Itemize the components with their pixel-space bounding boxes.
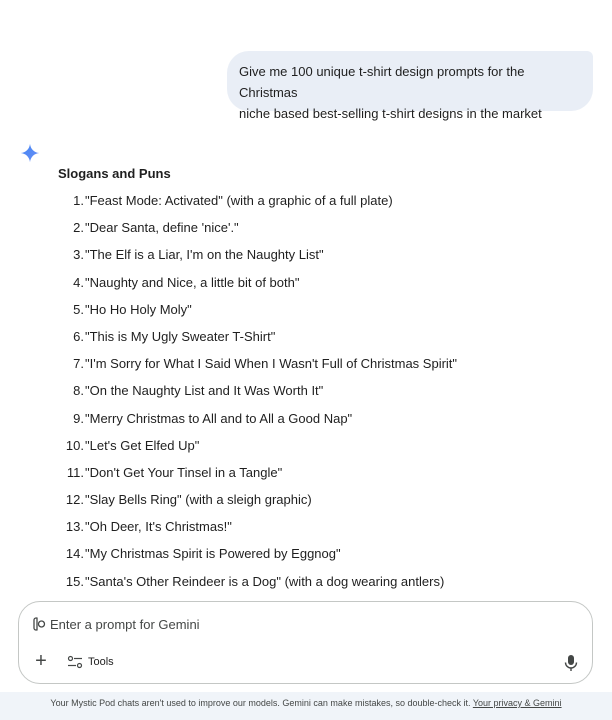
add-button[interactable]: + [31, 651, 51, 672]
list-item: 10. "Let's Get Elfed Up" [58, 436, 588, 463]
list-item-text: "Let's Get Elfed Up" [85, 437, 200, 453]
footer-disclaimer: Your Mystic Pod chats aren't used to imp… [0, 692, 612, 720]
list-item-number: 5. [73, 301, 84, 317]
list-item-number: 1. [73, 193, 84, 208]
microphone-icon[interactable] [563, 654, 579, 672]
list-item: 11. "Don't Get Your Tinsel in a Tangle" [58, 463, 588, 490]
footer-text: Your Mystic Pod chats aren't used to imp… [50, 698, 473, 708]
tools-sliders-icon [67, 655, 83, 669]
list-item-text: "I'm Sorry for What I Said When I Wasn't… [85, 356, 458, 372]
privacy-link[interactable]: Your privacy & Gemini [473, 698, 562, 708]
list-item-text: "Slay Bells Ring" (with a sleigh graphic… [85, 492, 312, 508]
list-item-text: "Oh Deer, It's Christmas!" [85, 519, 232, 535]
list-item: 9. "Merry Christmas to All and to All a G… [58, 409, 588, 436]
list-item-text: "My Christmas Spirit is Powered by Eggno… [85, 546, 341, 562]
list-item-number: 10. [65, 437, 84, 453]
slogan-list: 1. "Feast Mode: Activated" (with a graphi… [58, 191, 588, 599]
list-item-number: 11. [66, 464, 84, 480]
list-item-number: 7. [73, 356, 84, 372]
list-item-number: 4. [73, 274, 84, 290]
list-item-text: "This is My Ugly Sweater T-Shirt" [85, 328, 276, 344]
user-message-line-1: Give me 100 unique t-shirt design prompt… [239, 64, 525, 100]
list-item: 6. "This is My Ugly Sweater T-Shirt" [58, 327, 588, 354]
list-item: 2. "Dear Santa, define 'nice'." [58, 218, 588, 245]
list-item: 12. "Slay Bells Ring" (with a sleigh grap… [58, 490, 588, 517]
list-item: 14. "My Christmas Spirit is Powered by Eg… [58, 544, 588, 571]
prompt-row[interactable]: Enter a prompt for Gemini [33, 616, 200, 632]
list-item: 3. "The Elf is a Liar, I'm on the Naughty… [58, 245, 588, 272]
list-item-text: "Naughty and Nice, a little bit of both" [85, 274, 300, 290]
list-item: 1. "Feast Mode: Activated" (with a graphi… [58, 191, 588, 218]
list-item-number: 2. [73, 220, 84, 236]
gemini-response: Slogans and Puns 1. "Feast Mode: Activate… [58, 164, 588, 599]
section-title: Slogans and Puns [58, 166, 171, 181]
list-item: 13. "Oh Deer, It's Christmas!" [58, 517, 588, 544]
list-item-number: 12. [65, 492, 84, 508]
list-item-text: "Dear Santa, define 'nice'." [85, 220, 239, 236]
list-item-text: "The Elf is a Liar, I'm on the Naughty L… [85, 247, 324, 263]
gemini-sparkle-icon [20, 143, 40, 163]
list-item: 7. "I'm Sorry for What I Said When I Wasn… [58, 354, 588, 381]
list-item: 5. "Ho Ho Holy Moly" [58, 300, 588, 327]
list-item-number: 3. [73, 247, 84, 263]
user-message-bubble: Give me 100 unique t-shirt design prompt… [227, 51, 593, 121]
tools-button[interactable]: Tools [67, 652, 114, 672]
list-item-number: 13. [65, 519, 84, 535]
list-item-text: "Merry Christmas to All and to All a Goo… [85, 410, 353, 426]
list-item: 4. "Naughty and Nice, a little bit of bot… [58, 273, 588, 300]
text-cursor-icon [33, 617, 46, 631]
user-message-line-2: niche based best-selling t-shirt designs… [239, 106, 542, 121]
list-item: 8. "On the Naughty List and It Was Worth … [58, 381, 588, 408]
list-item-number: 8. [73, 383, 84, 399]
list-item-text: "Feast Mode: Activated" (with a graphic … [85, 193, 393, 208]
list-item-text: "On the Naughty List and It Was Worth It… [85, 383, 324, 399]
prompt-input-box[interactable]: Enter a prompt for Gemini + Tools [18, 601, 593, 684]
list-item-text: "Ho Ho Holy Moly" [85, 301, 192, 317]
list-item-number: 9. [73, 410, 84, 426]
list-item-number: 14. [65, 546, 84, 562]
list-item-number: 6. [73, 328, 84, 344]
prompt-input[interactable]: Enter a prompt for Gemini [50, 617, 200, 632]
tools-label: Tools [88, 656, 114, 668]
list-item-text: "Don't Get Your Tinsel in a Tangle" [85, 464, 283, 480]
